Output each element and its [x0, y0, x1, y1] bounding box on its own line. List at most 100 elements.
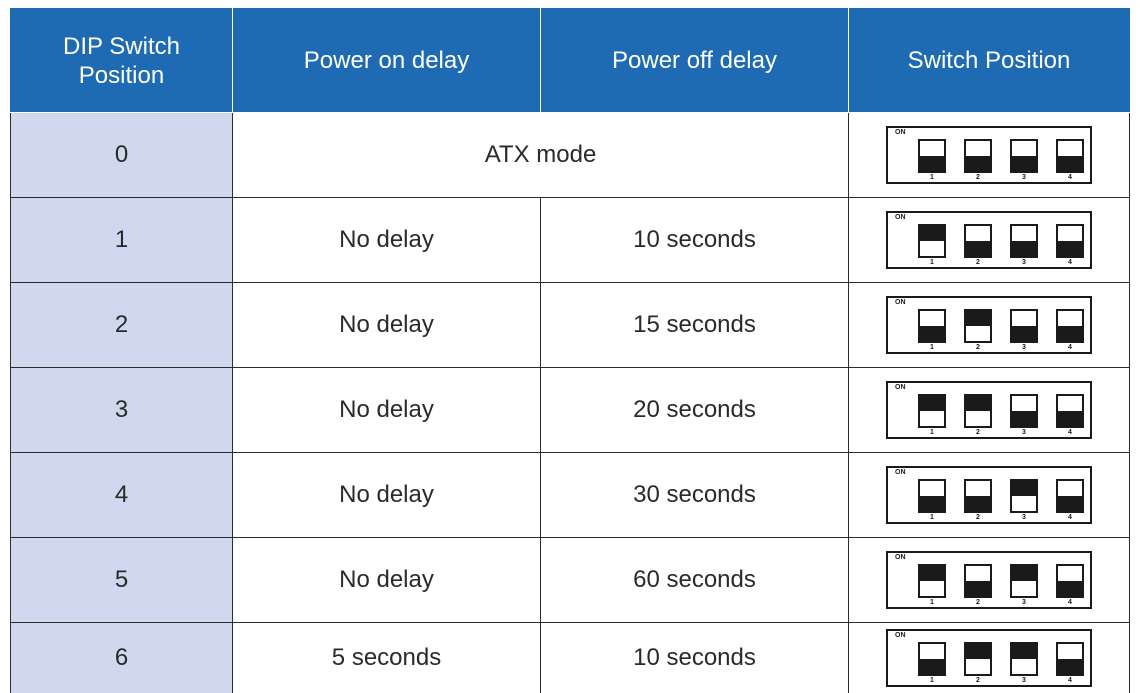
dip-switch-diagram: ON 1 2 3 4 [886, 126, 1092, 184]
switch-3-slot [1010, 394, 1038, 428]
switch-3-number: 3 [1022, 599, 1026, 606]
switch-2-number: 2 [976, 344, 980, 351]
switch-4-number: 4 [1068, 344, 1072, 351]
switch-1-knob [920, 659, 944, 674]
dip-position-cell: 3 [10, 367, 233, 453]
switch-4-slot [1056, 642, 1084, 676]
switch-2-slot [964, 564, 992, 598]
switch-4-knob [1058, 241, 1082, 256]
switch-3-number: 3 [1022, 514, 1026, 521]
switch-4-slot [1056, 139, 1084, 173]
on-label: ON [895, 214, 906, 221]
dip-position-cell: 5 [10, 537, 233, 623]
switch-2-number: 2 [976, 174, 980, 181]
dip-switch-diagram: ON 1 2 3 4 [886, 296, 1092, 354]
switch-2-number: 2 [976, 259, 980, 266]
power-on-delay-cell: No delay [232, 537, 541, 623]
header-row: DIP Switch Position Power on delay Power… [10, 8, 1130, 113]
switch-1-number: 1 [930, 174, 934, 181]
switch-position-cell: ON 1 2 3 4 [848, 537, 1130, 623]
switch-1-number: 1 [930, 599, 934, 606]
switch-1-slot [918, 642, 946, 676]
table-row: 2 No delay 15 seconds ON 1 2 3 4 [10, 282, 1130, 368]
switch-1-knob [920, 226, 944, 241]
power-on-delay-cell: No delay [232, 452, 541, 538]
switch-4-slot [1056, 224, 1084, 258]
mode-cell: ATX mode [232, 112, 849, 198]
switch-3-slot [1010, 139, 1038, 173]
power-on-delay-cell: No delay [232, 282, 541, 368]
switch-2-knob [966, 644, 990, 659]
dip-switch-diagram: ON 1 2 3 4 [886, 551, 1092, 609]
table-row: 0 ATX mode ON 1 2 3 4 [10, 112, 1130, 198]
switch-2-slot [964, 309, 992, 343]
on-label: ON [895, 469, 906, 476]
power-off-delay-cell: 30 seconds [540, 452, 849, 538]
switch-3-knob [1012, 644, 1036, 659]
dip-switch-diagram: ON 1 2 3 4 [886, 381, 1092, 439]
power-off-delay-cell: 60 seconds [540, 537, 849, 623]
switch-2-knob [966, 496, 990, 511]
switch-4-knob [1058, 496, 1082, 511]
dip-switch-table: DIP Switch Position Power on delay Power… [10, 8, 1130, 693]
switch-1-number: 1 [930, 344, 934, 351]
switch-3-number: 3 [1022, 174, 1026, 181]
switch-position-cell: ON 1 2 3 4 [848, 197, 1130, 283]
switch-1-knob [920, 326, 944, 341]
switch-4-knob [1058, 581, 1082, 596]
dip-position-cell: 2 [10, 282, 233, 368]
switch-2-slot [964, 224, 992, 258]
switch-3-knob [1012, 241, 1036, 256]
switch-3-slot [1010, 479, 1038, 513]
switch-4-number: 4 [1068, 599, 1072, 606]
table-row: 4 No delay 30 seconds ON 1 2 3 4 [10, 452, 1130, 538]
power-on-delay-cell: 5 seconds [232, 622, 541, 693]
switch-1-number: 1 [930, 677, 934, 684]
power-on-delay-cell: No delay [232, 197, 541, 283]
on-label: ON [895, 632, 906, 639]
power-off-delay-cell: 20 seconds [540, 367, 849, 453]
switch-2-number: 2 [976, 429, 980, 436]
dip-switch-diagram: ON 1 2 3 4 [886, 629, 1092, 687]
switch-position-cell: ON 1 2 3 4 [848, 367, 1130, 453]
switch-3-knob [1012, 481, 1036, 496]
switch-4-knob [1058, 659, 1082, 674]
switch-4-slot [1056, 564, 1084, 598]
switch-4-slot [1056, 479, 1084, 513]
switch-position-cell: ON 1 2 3 4 [848, 282, 1130, 368]
dip-position-cell: 1 [10, 197, 233, 283]
switch-2-knob [966, 396, 990, 411]
switch-4-number: 4 [1068, 174, 1072, 181]
switch-1-slot [918, 309, 946, 343]
switch-3-slot [1010, 224, 1038, 258]
switch-1-slot [918, 139, 946, 173]
switch-3-number: 3 [1022, 677, 1026, 684]
header-dip-position: DIP Switch Position [10, 8, 233, 113]
on-label: ON [895, 129, 906, 136]
switch-4-knob [1058, 411, 1082, 426]
switch-1-number: 1 [930, 429, 934, 436]
switch-position-cell: ON 1 2 3 4 [848, 112, 1130, 198]
switch-3-knob [1012, 326, 1036, 341]
switch-position-cell: ON 1 2 3 4 [848, 622, 1130, 693]
switch-3-number: 3 [1022, 259, 1026, 266]
header-switch-position: Switch Position [848, 8, 1130, 113]
switch-2-slot [964, 642, 992, 676]
switch-2-knob [966, 311, 990, 326]
switch-2-number: 2 [976, 677, 980, 684]
switch-1-knob [920, 156, 944, 171]
dip-position-cell: 6 [10, 622, 233, 693]
switch-3-number: 3 [1022, 429, 1026, 436]
table-row: 3 No delay 20 seconds ON 1 2 3 4 [10, 367, 1130, 453]
switch-4-slot [1056, 394, 1084, 428]
dip-position-cell: 0 [10, 112, 233, 198]
switch-2-slot [964, 479, 992, 513]
switch-3-slot [1010, 309, 1038, 343]
switch-1-slot [918, 394, 946, 428]
switch-3-knob [1012, 566, 1036, 581]
dip-switch-diagram: ON 1 2 3 4 [886, 466, 1092, 524]
switch-4-knob [1058, 326, 1082, 341]
power-off-delay-cell: 10 seconds [540, 622, 849, 693]
table-row: 65 seconds 10 seconds ON 1 2 3 4 [10, 622, 1130, 693]
switch-1-number: 1 [930, 514, 934, 521]
